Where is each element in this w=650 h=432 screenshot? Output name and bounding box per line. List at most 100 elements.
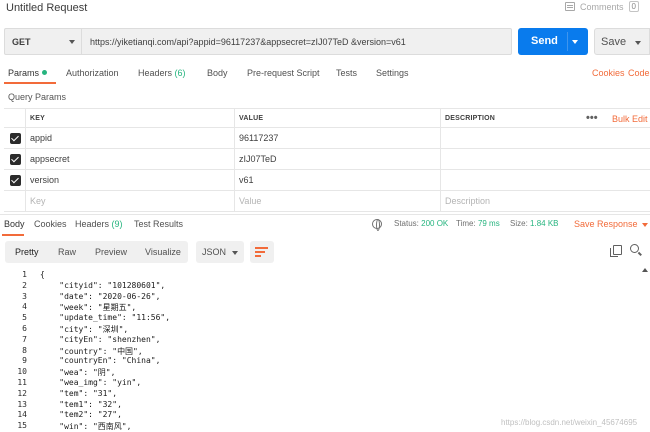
param-value[interactable]: v61	[235, 170, 441, 190]
chevron-down-icon	[232, 251, 238, 255]
line-number: 2	[22, 280, 27, 290]
copy-icon[interactable]	[610, 245, 622, 257]
comment-icon	[565, 2, 575, 11]
view-mode-group: Pretty Raw Preview Visualize	[5, 241, 188, 263]
code-line: 8 "country": "中国",	[0, 346, 650, 357]
code-line: 4 "week": "星期五",	[0, 302, 650, 313]
param-description[interactable]	[441, 149, 650, 169]
param-value[interactable]: zIJ07TeD	[235, 149, 441, 169]
line-number: 1	[22, 270, 27, 279]
request-tabs: Params Authorization Headers (6) Body Pr…	[0, 64, 650, 84]
send-button[interactable]: Send	[518, 28, 588, 55]
wrap-lines-button[interactable]	[250, 241, 274, 263]
param-value[interactable]: 96117237	[235, 128, 441, 148]
globe-icon[interactable]	[372, 219, 382, 231]
tab-authorization[interactable]: Authorization	[66, 68, 119, 78]
code-text: {	[40, 270, 45, 279]
param-description[interactable]	[441, 128, 650, 148]
time-value: 79 ms	[477, 219, 500, 228]
view-preview-button[interactable]: Preview	[95, 247, 127, 257]
new-value-input[interactable]: Value	[235, 191, 441, 211]
row-checkbox[interactable]	[10, 175, 21, 186]
format-select[interactable]: JSON	[196, 241, 244, 263]
param-key[interactable]: appid	[26, 128, 235, 148]
cookies-link[interactable]: Cookies	[592, 68, 625, 78]
code-line: 9 "countryEn": "China",	[0, 356, 650, 367]
code-text: "cityid": "101280601",	[40, 280, 166, 290]
code-line: 2 "cityid": "101280601",	[0, 281, 650, 292]
tab-body[interactable]: Body	[207, 68, 228, 78]
code-text: "city": "深圳",	[40, 325, 129, 334]
request-title[interactable]: Untitled Request	[6, 2, 87, 14]
code-line: 7 "cityEn": "shenzhen",	[0, 335, 650, 346]
param-key[interactable]: version	[26, 170, 235, 190]
active-response-tab-indicator	[2, 234, 24, 236]
line-number: 13	[17, 399, 27, 409]
tab-tests[interactable]: Tests	[336, 68, 357, 78]
code-text: "tem2": "27",	[40, 410, 122, 420]
chevron-down-icon	[69, 40, 75, 44]
tab-pre-request-script[interactable]: Pre-request Script	[247, 68, 320, 78]
view-pretty-button[interactable]: Pretty	[15, 247, 39, 257]
new-key-input[interactable]: Key	[26, 191, 235, 211]
tab-test-results[interactable]: Test Results	[134, 219, 183, 229]
save-button[interactable]: Save	[594, 28, 650, 55]
line-number: 3	[22, 291, 27, 301]
code-line: 10 "wea": "阴",	[0, 367, 650, 378]
send-options-chevron-icon[interactable]	[572, 40, 578, 44]
tab-response-headers[interactable]: Headers (9)	[75, 219, 123, 229]
url-value: https://yiketianqi.com/api?appid=9611723…	[90, 36, 406, 47]
format-value: JSON	[202, 247, 227, 257]
response-tabs: Body Cookies Headers (9) Test Results St…	[0, 214, 650, 236]
tab-params[interactable]: Params	[8, 68, 48, 78]
code-text: "cityEn": "shenzhen",	[40, 334, 161, 344]
size-info: Size: 1.84 KB	[510, 219, 559, 228]
code-line: 13 "tem1": "32",	[0, 400, 650, 411]
line-number: 11	[17, 378, 27, 387]
code-line: 1{	[0, 270, 650, 281]
method-select[interactable]: GET	[4, 28, 82, 55]
param-key[interactable]: appsecret	[26, 149, 235, 169]
line-number: 6	[22, 324, 27, 333]
line-number: 12	[17, 388, 27, 398]
search-icon[interactable]	[630, 244, 639, 253]
row-checkbox[interactable]	[10, 154, 21, 165]
watermark: https://blog.csdn.net/weixin_45674695	[501, 418, 638, 427]
row-checkbox[interactable]	[10, 133, 21, 144]
code-text: "tem": "31",	[40, 388, 118, 398]
tab-response-body[interactable]: Body	[4, 219, 25, 229]
method-value: GET	[12, 36, 31, 47]
more-options-icon[interactable]: •••	[586, 112, 598, 124]
save-label: Save	[601, 36, 627, 48]
line-number: 10	[17, 367, 27, 377]
code-text: "tem1": "32",	[40, 399, 122, 409]
table-row-new: Key Value Description	[4, 191, 650, 212]
bulk-edit-link[interactable]: Bulk Edit	[612, 114, 648, 124]
line-number: 7	[22, 334, 27, 344]
url-input[interactable]: https://yiketianqi.com/api?appid=9611723…	[82, 28, 512, 55]
line-number: 9	[22, 356, 27, 366]
code-line: 11 "wea_img": "yin",	[0, 378, 650, 389]
send-label: Send	[531, 35, 558, 47]
view-raw-button[interactable]: Raw	[58, 247, 76, 257]
size-value: 1.84 KB	[530, 219, 559, 228]
response-body-code[interactable]: 1{2 "cityid": "101280601", 3 "date": "202…	[0, 268, 650, 432]
tab-settings[interactable]: Settings	[376, 68, 409, 78]
save-response-button[interactable]: Save Response	[574, 219, 648, 229]
comments-label: Comments	[580, 1, 624, 12]
code-link[interactable]: Code	[628, 68, 650, 78]
status-info: Status: 200 OK	[394, 219, 449, 228]
status-value: 200 OK	[421, 219, 449, 228]
tab-response-cookies[interactable]: Cookies	[34, 219, 67, 229]
view-visualize-button[interactable]: Visualize	[145, 247, 181, 257]
query-params-title: Query Params	[8, 92, 67, 102]
code-text: "win": "西南风",	[40, 422, 132, 432]
comments-button[interactable]: Comments 0	[565, 1, 639, 12]
tab-headers[interactable]: Headers (6)	[138, 68, 186, 78]
key-column-header: KEY	[26, 109, 235, 127]
scroll-up-arrow-icon[interactable]	[642, 268, 648, 272]
line-number: 8	[22, 345, 27, 355]
param-description[interactable]	[441, 170, 650, 190]
save-options-chevron-icon[interactable]	[635, 41, 641, 45]
new-description-input[interactable]: Description	[441, 191, 650, 211]
